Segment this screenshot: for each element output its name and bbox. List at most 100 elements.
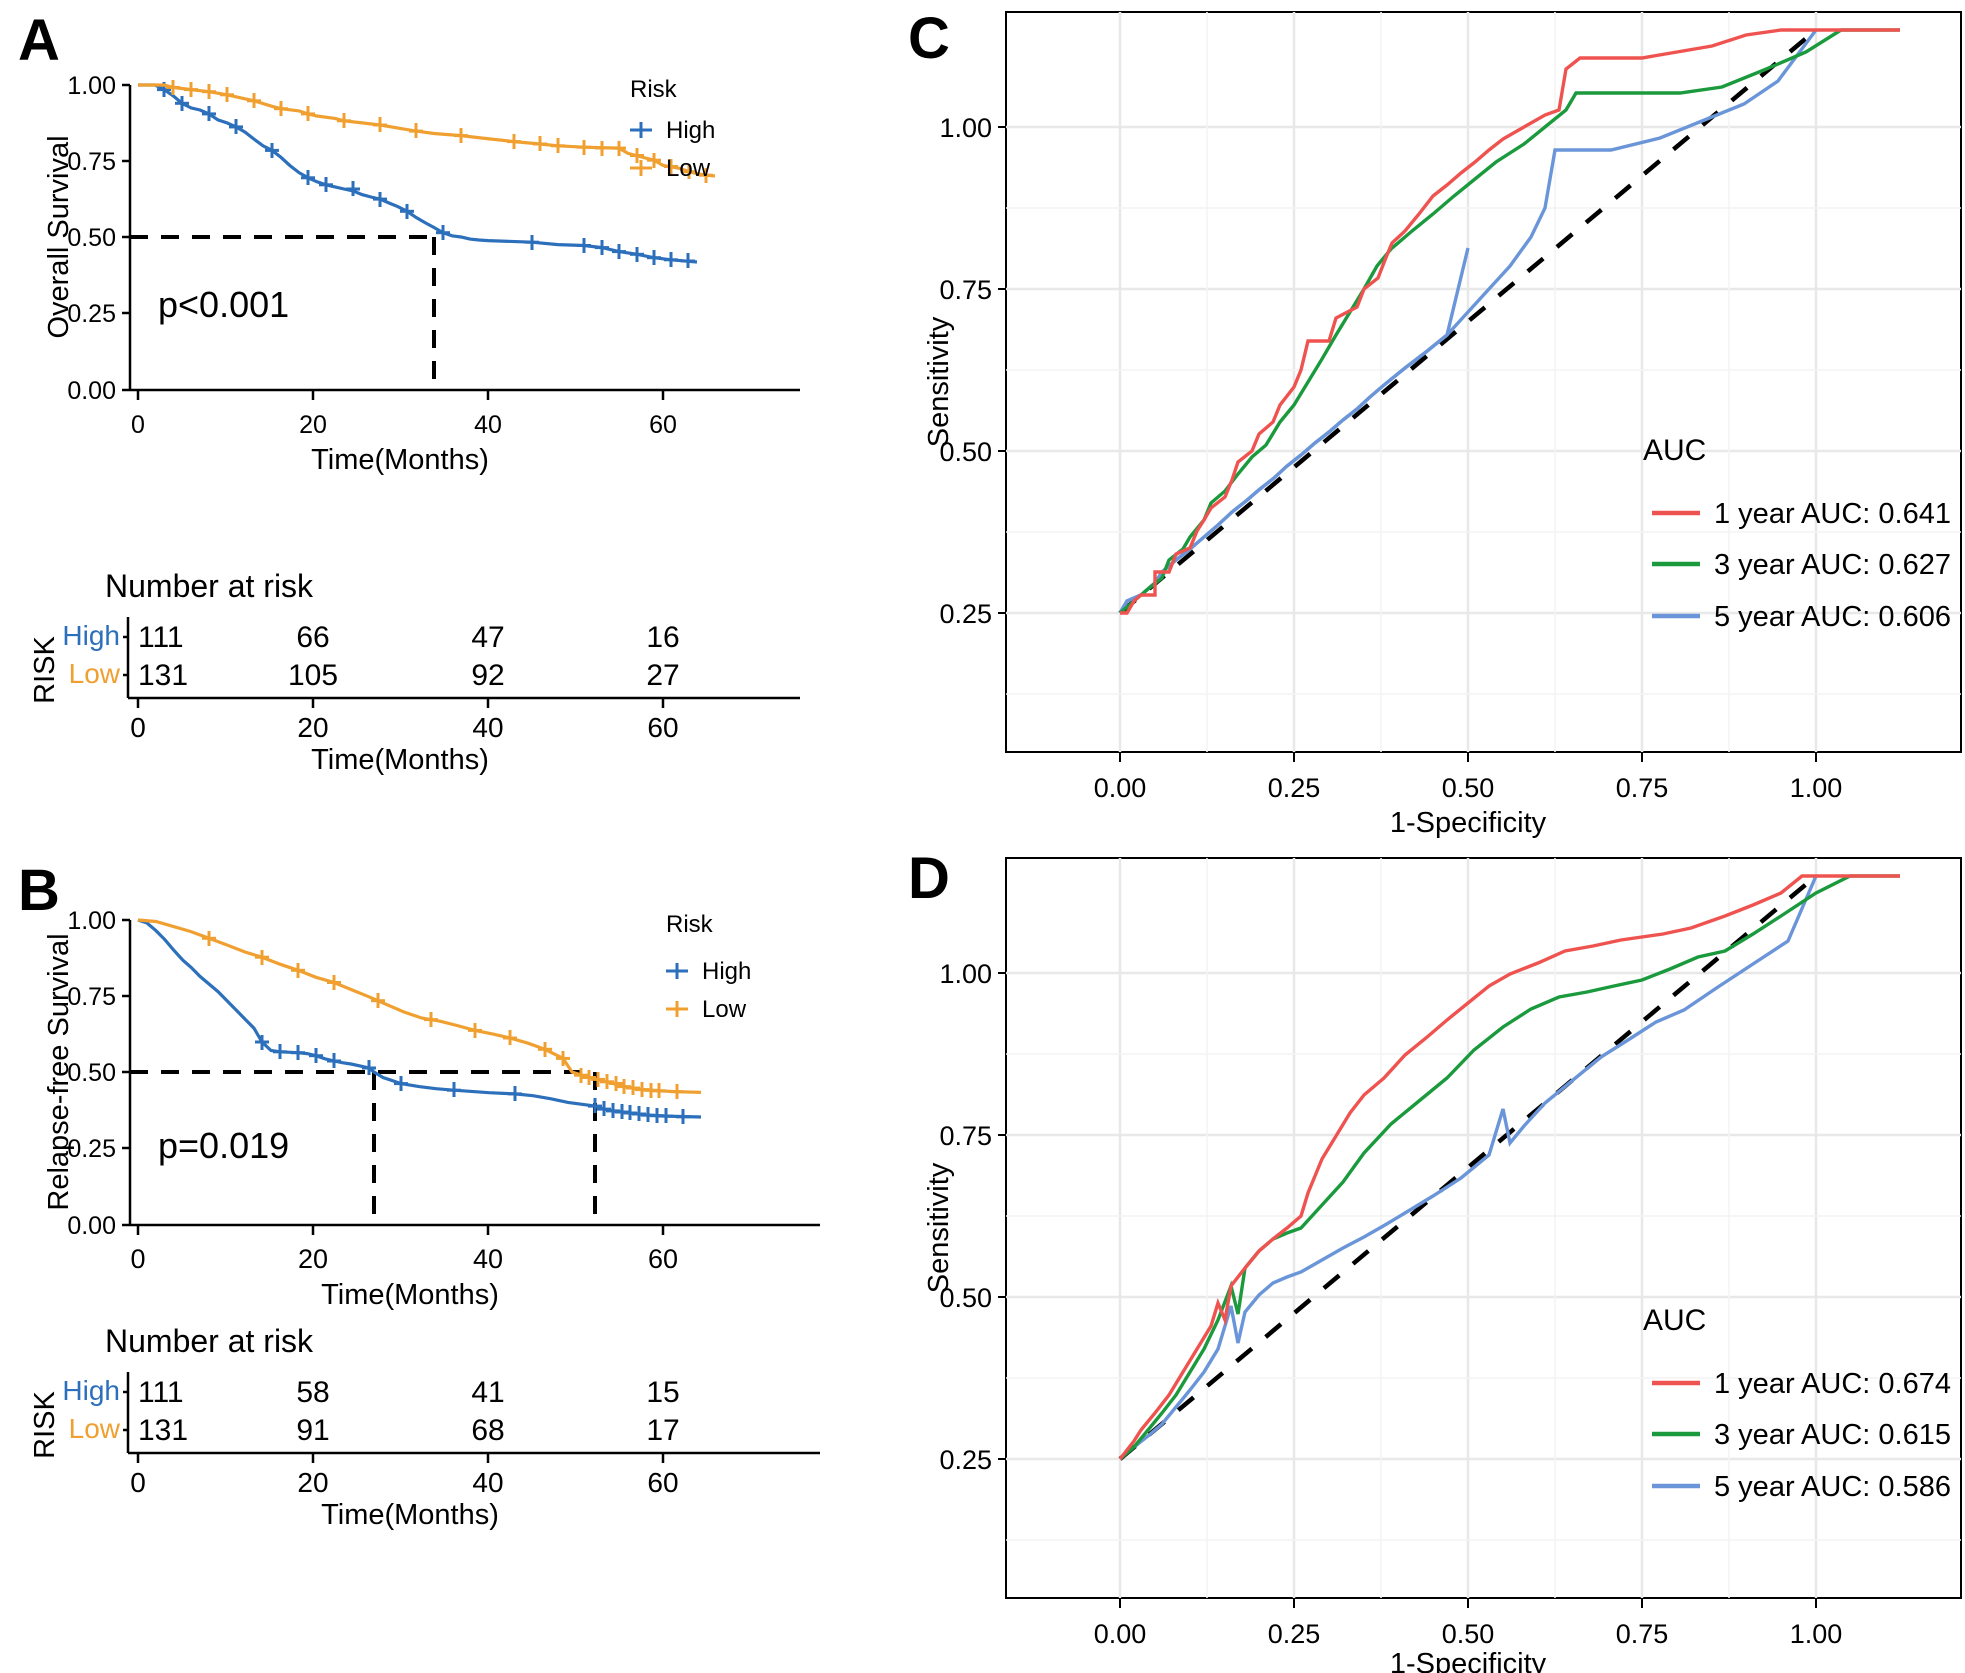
- panel-b-ylabel: Relapse-free Survival: [43, 933, 75, 1210]
- panel-b-risk-row-label-high: High: [62, 1375, 120, 1406]
- panel-a-legend-high: High: [666, 117, 715, 144]
- panel-d-ytick-4: 1.00: [939, 959, 992, 989]
- panel-b-risk-table: Number at risk RISK High Low 111 58 41 1…: [29, 1323, 820, 1531]
- panel-d-xtick-0: 0.00: [1094, 1619, 1147, 1649]
- panel-b-ytick-4: 1.00: [67, 907, 116, 935]
- panel-b-xlabel: Time(Months): [321, 1279, 499, 1311]
- panel-c-ytick-4: 1.00: [939, 113, 992, 143]
- panel-d-legend-3y: 3 year AUC: 0.615: [1714, 1419, 1951, 1451]
- panel-a-ytick-4: 1.00: [67, 72, 116, 100]
- panel-d-legend-title: AUC: [1643, 1304, 1706, 1337]
- panel-a-legend-low: Low: [666, 155, 711, 182]
- panel-a-risk-high-2: 47: [471, 621, 504, 654]
- panel-c: C 1.00 0.75 0.50 0.25 0.00 0.25 0.50 0.7…: [900, 0, 1965, 839]
- panel-a-risk-row-label-low: Low: [69, 658, 121, 689]
- panel-b-risk-title: Number at risk: [105, 1323, 314, 1359]
- panel-a: A 0.00 0.25 0.50 0.75 1.00 0 20 40 60 Ti…: [0, 0, 900, 776]
- panel-a-risk-xtick-3: 60: [647, 712, 678, 743]
- panel-a-ytick-0: 0.00: [67, 377, 116, 405]
- panel-a-ylabel: Overall Survival: [43, 135, 75, 338]
- panel-b-curve-high: [137, 918, 702, 1124]
- panel-b-risk-low-0: 131: [138, 1414, 188, 1447]
- panel-b-risk-high-3: 15: [646, 1376, 679, 1409]
- panel-c-legend-3y: 3 year AUC: 0.627: [1714, 549, 1951, 581]
- panel-d-legend-1y: 1 year AUC: 0.674: [1714, 1368, 1951, 1400]
- panel-c-xtick-1: 0.25: [1268, 773, 1321, 803]
- panel-b-xtick-2: 40: [473, 1244, 503, 1274]
- panel-b-risk-xtick-0: 0: [130, 1467, 146, 1498]
- panel-b-risk-high-1: 58: [296, 1376, 329, 1409]
- panel-d-xtick-1: 0.25: [1268, 1619, 1321, 1649]
- panel-b-risk-xtick-1: 20: [297, 1467, 328, 1498]
- panel-b-legend: Risk High Low: [666, 911, 751, 1023]
- panel-c-xtick-2: 0.50: [1442, 773, 1495, 803]
- panel-a-risk-high-1: 66: [296, 621, 329, 654]
- panel-c-xtick-0: 0.00: [1094, 773, 1147, 803]
- panel-a-risk-xtick-0: 0: [130, 712, 146, 743]
- panel-b-risk-xtick-2: 40: [472, 1467, 503, 1498]
- panel-b-risk-low-3: 17: [646, 1414, 679, 1447]
- panel-d-xtick-3: 0.75: [1616, 1619, 1669, 1649]
- panel-c-xtick-4: 1.00: [1790, 773, 1843, 803]
- panel-b-risk-high-0: 111: [138, 1376, 184, 1409]
- panel-b-risk-low-1: 91: [296, 1414, 329, 1447]
- panel-d-legend-5y: 5 year AUC: 0.586: [1714, 1471, 1951, 1503]
- panel-a-legend-title: Risk: [630, 76, 678, 103]
- panel-b-pvalue: p=0.019: [158, 1125, 289, 1166]
- panel-a-risk-title: Number at risk: [105, 568, 314, 604]
- panel-a-risk-row-label-high: High: [62, 620, 120, 651]
- panel-c-xlabel: 1-Specificity: [1390, 807, 1547, 839]
- panel-b-ytick-0: 0.00: [67, 1212, 116, 1240]
- panel-a-curve-low: [138, 80, 716, 183]
- panel-c-ylabel: Sensitivity: [923, 316, 955, 447]
- panel-c-legend-5y: 5 year AUC: 0.606: [1714, 601, 1951, 633]
- panel-a-pvalue: p<0.001: [158, 284, 289, 325]
- panel-d-xtick-2: 0.50: [1442, 1619, 1495, 1649]
- panel-b-km-plot: 0.00 0.25 0.50 0.75 1.00 0 20 40 60 Time…: [43, 907, 820, 1311]
- panel-d-roc-plot: 1.00 0.75 0.50 0.25 0.00 0.25 0.50 0.75 …: [923, 857, 1962, 1673]
- panel-b-risk-xlabel: Time(Months): [321, 1499, 499, 1531]
- panel-c-legend-1y: 1 year AUC: 0.641: [1714, 498, 1951, 530]
- panel-b-risk-low-2: 68: [471, 1414, 504, 1447]
- panel-a-xlabel: Time(Months): [311, 444, 489, 476]
- panel-a-risk-xlabel: Time(Months): [311, 744, 489, 776]
- panel-b-risk-high-2: 41: [471, 1376, 504, 1409]
- panel-b-legend-high: High: [702, 958, 751, 985]
- panel-c-legend-title: AUC: [1643, 434, 1706, 467]
- panel-b-xtick-0: 0: [130, 1244, 145, 1274]
- panel-c-xtick-3: 0.75: [1616, 773, 1669, 803]
- panel-b-risk-row-label-low: Low: [69, 1413, 121, 1444]
- panel-a-xtick-1: 20: [299, 411, 327, 439]
- panel-a-xtick-0: 0: [131, 411, 145, 439]
- panel-a-risk-table: Number at risk RISK High Low 111 66 47 1…: [29, 568, 800, 776]
- panel-a-curve-high: [138, 82, 698, 268]
- panel-a-risk-high-3: 16: [646, 621, 679, 654]
- panel-a-risk-low-1: 105: [288, 659, 338, 692]
- panel-a-xtick-2: 40: [474, 411, 502, 439]
- panel-c-ytick-3: 0.75: [939, 275, 992, 305]
- panel-a-risk-high-0: 111: [138, 621, 184, 654]
- panel-b-legend-title: Risk: [666, 911, 714, 938]
- panel-d-xlabel: 1-Specificity: [1390, 1648, 1547, 1673]
- panel-d-ylabel: Sensitivity: [923, 1162, 955, 1293]
- panel-a-risk-low-0: 131: [138, 659, 188, 692]
- panel-a-legend: Risk High Low: [630, 76, 715, 182]
- panel-a-risk-xtick-2: 40: [472, 712, 503, 743]
- panel-d: D 1.00 0.75 0.50 0.25 0.00 0.25 0.50 0.7…: [900, 840, 1965, 1673]
- panel-a-risk-low-2: 92: [471, 659, 504, 692]
- panel-b: B 0.00 0.25 0.50 0.75 1.00 0 20 40 60 Ti…: [0, 850, 900, 1640]
- panel-a-risk-xtick-1: 20: [297, 712, 328, 743]
- panel-b-xtick-1: 20: [298, 1244, 328, 1274]
- panel-b-xtick-3: 60: [648, 1244, 678, 1274]
- panel-d-ytick-3: 0.75: [939, 1121, 992, 1151]
- panel-b-legend-low: Low: [702, 996, 747, 1023]
- panel-a-risk-low-3: 27: [646, 659, 679, 692]
- panel-a-km-plot: 0.00 0.25 0.50 0.75 1.00 0 20 40 60 Time…: [43, 72, 800, 476]
- panel-b-risk-xtick-3: 60: [647, 1467, 678, 1498]
- panel-c-roc-plot: 1.00 0.75 0.50 0.25 0.00 0.25 0.50 0.75 …: [923, 11, 1962, 839]
- panel-d-ytick-1: 0.25: [939, 1445, 992, 1475]
- panel-a-risk-axis-label: RISK: [29, 636, 61, 704]
- panel-b-risk-axis-label: RISK: [29, 1391, 61, 1459]
- panel-a-xtick-3: 60: [649, 411, 677, 439]
- panel-d-xtick-4: 1.00: [1790, 1619, 1843, 1649]
